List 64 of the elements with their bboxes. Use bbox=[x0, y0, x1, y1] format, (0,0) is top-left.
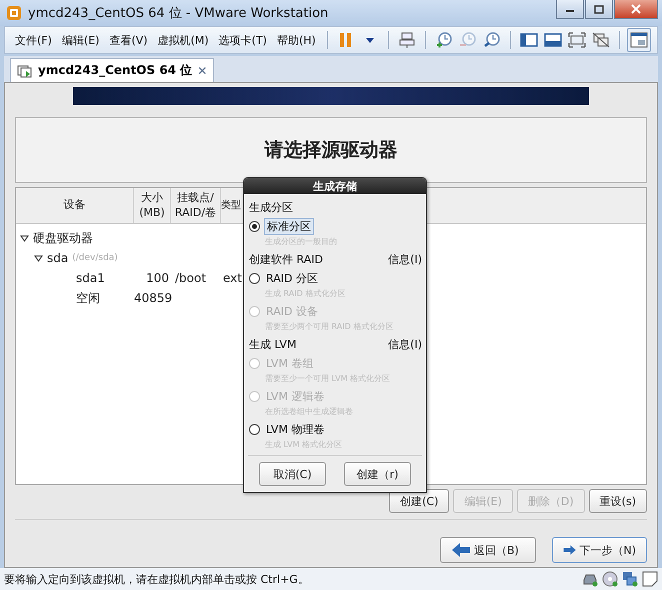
clock-icon[interactable] bbox=[436, 32, 452, 48]
table-cell-text: 100 bbox=[145, 271, 170, 285]
menu-item[interactable]: 编辑(E) bbox=[58, 30, 104, 50]
next-button[interactable]: 下一步（N) bbox=[552, 537, 647, 563]
action-button[interactable]: 重设(s) bbox=[588, 489, 647, 513]
section-heading: 生成 LVM bbox=[249, 337, 296, 352]
device-path: (/dev/sda) bbox=[72, 253, 118, 263]
table-cell: sda1 bbox=[76, 271, 105, 285]
vm-icon bbox=[17, 62, 33, 78]
close-button[interactable] bbox=[614, 0, 658, 19]
maximize-button[interactable] bbox=[585, 0, 613, 19]
expanded-icon[interactable] bbox=[20, 234, 29, 242]
dialog-title: 生成存储 bbox=[244, 178, 426, 194]
info-link[interactable]: 信息(I) bbox=[388, 337, 422, 352]
close-icon bbox=[631, 4, 641, 14]
menu-item[interactable]: 查看(V) bbox=[105, 30, 152, 50]
table-cell: sda bbox=[47, 251, 68, 265]
option-label: RAID 分区 bbox=[265, 270, 319, 286]
status-text: 要将输入定向到该虚拟机，请在虚拟机内部单击或按 Ctrl+G。 bbox=[4, 572, 310, 586]
sidebar-view-icon[interactable] bbox=[520, 32, 538, 48]
back-button[interactable]: 返回（B) bbox=[440, 537, 536, 563]
note-icon bbox=[642, 571, 658, 587]
minimize-button[interactable] bbox=[556, 0, 584, 19]
fullscreen-icon[interactable] bbox=[568, 32, 586, 48]
clock-icon[interactable] bbox=[484, 32, 500, 48]
radio-button[interactable] bbox=[249, 220, 260, 232]
column-header: 类型 bbox=[221, 198, 242, 213]
radio-button[interactable] bbox=[249, 272, 260, 284]
option-label: 标准分区 bbox=[264, 218, 314, 235]
network-icon bbox=[622, 571, 638, 587]
section-heading: 生成分区 bbox=[249, 200, 293, 216]
maximize-icon bbox=[594, 4, 604, 14]
column-header: 设备 bbox=[16, 188, 134, 223]
page-title: 请选择源驱动器 bbox=[264, 138, 398, 163]
option-label: RAID 设备 bbox=[265, 304, 319, 319]
dialog-button[interactable]: 取消(C) bbox=[259, 462, 326, 486]
menu-item[interactable]: 帮助(H) bbox=[272, 30, 320, 50]
thumbnail-view-icon[interactable] bbox=[630, 32, 648, 48]
app-icon bbox=[6, 5, 22, 21]
section-heading: 创建软件 RAID bbox=[249, 252, 323, 268]
menu-item[interactable]: 虚拟机(M) bbox=[154, 30, 213, 50]
disc-icon bbox=[602, 571, 618, 587]
radio-button[interactable] bbox=[249, 424, 260, 435]
table-cell: 硬盘驱动器 bbox=[33, 230, 93, 246]
column-header: 挂载点/ RAID/卷 bbox=[171, 188, 221, 223]
menu-item[interactable]: 选项卡(T) bbox=[214, 30, 271, 50]
window-title: ymcd243_CentOS 64 位 - VMware Workstation bbox=[28, 5, 330, 22]
table-cell-text: /boot bbox=[174, 271, 208, 285]
caret-icon[interactable] bbox=[366, 38, 374, 42]
menu-item[interactable]: 文件(F) bbox=[11, 30, 56, 50]
left-arrow-icon bbox=[451, 542, 471, 558]
expanded-icon[interactable] bbox=[34, 254, 43, 262]
dialog-button[interactable]: 创建（r) bbox=[344, 462, 411, 486]
info-link[interactable]: 信息(I) bbox=[388, 252, 422, 268]
table-cell: 空闲 bbox=[76, 290, 100, 306]
option-label: LVM 逻辑卷 bbox=[265, 388, 326, 404]
option-label: LVM 卷组 bbox=[265, 356, 314, 371]
table-cell: 40859 bbox=[134, 291, 171, 305]
vm-tab[interactable]: ymcd243_CentOS 64 位 ✕ bbox=[10, 58, 214, 82]
option-label: LVM 物理卷 bbox=[265, 422, 326, 437]
close-tab-button[interactable]: ✕ bbox=[197, 64, 208, 78]
console-view-icon[interactable] bbox=[544, 32, 562, 48]
column-header: 大小 (MB) bbox=[134, 188, 171, 223]
table-cell-text: ext bbox=[222, 271, 242, 285]
